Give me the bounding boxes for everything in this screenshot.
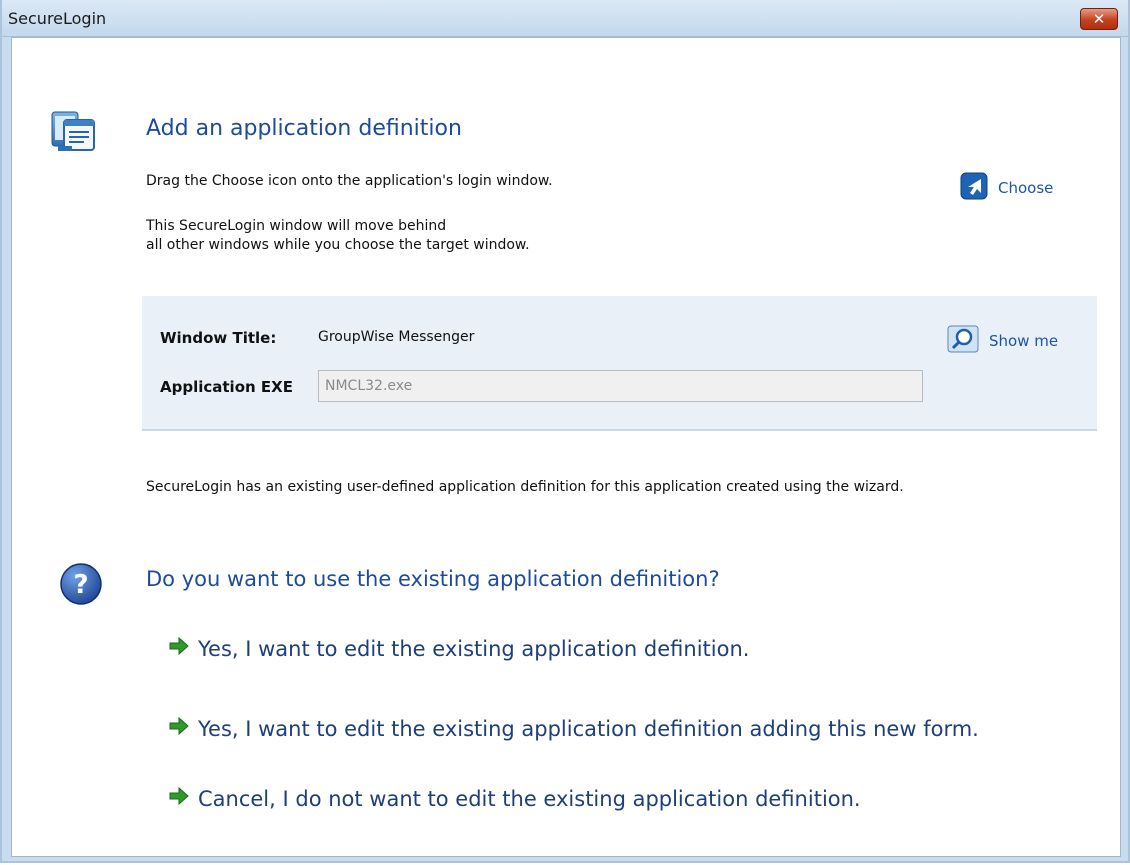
green-arrow-icon (168, 716, 190, 741)
existing-definition-notice: SecureLogin has an existing user-defined… (146, 479, 904, 495)
application-monitor-icon (50, 108, 102, 160)
title-bar[interactable]: SecureLogin ✕ (2, 0, 1128, 37)
dialog-window: SecureLogin ✕ Add an application definit… (0, 0, 1130, 863)
show-me-label[interactable]: Show me (989, 332, 1058, 350)
green-arrow-icon (168, 636, 190, 661)
magnifier-icon[interactable] (947, 325, 979, 357)
help-question-icon: ? (59, 562, 103, 610)
close-button[interactable]: ✕ (1080, 8, 1118, 30)
option-cancel[interactable]: Cancel, I do not want to edit the existi… (168, 786, 861, 811)
green-arrow-icon (168, 786, 190, 811)
option-edit-existing[interactable]: Yes, I want to edit the existing applica… (168, 636, 749, 661)
instruction-move-line2: all other windows while you choose the t… (146, 237, 530, 253)
pointer-arrow-icon[interactable] (960, 172, 988, 204)
choose-label[interactable]: Choose (998, 179, 1053, 197)
show-me-button[interactable]: Show me (947, 325, 1058, 357)
option-label[interactable]: Yes, I want to edit the existing applica… (198, 717, 979, 741)
instruction-move-line1: This SecureLogin window will move behind (146, 218, 447, 234)
question-title: Do you want to use the existing applicat… (146, 567, 720, 591)
window-title: SecureLogin (8, 9, 107, 28)
window-title-value: GroupWise Messenger (318, 329, 475, 345)
application-exe-field[interactable] (318, 370, 923, 402)
instruction-drag: Drag the Choose icon onto the applicatio… (146, 173, 553, 189)
application-exe-label: Application EXE (160, 378, 293, 396)
option-label[interactable]: Cancel, I do not want to edit the existi… (198, 787, 861, 811)
dialog-content: Add an application definition Drag the C… (11, 37, 1121, 857)
choose-button[interactable]: Choose (960, 172, 1053, 204)
close-icon: ✕ (1092, 9, 1106, 28)
option-edit-add-form[interactable]: Yes, I want to edit the existing applica… (168, 716, 979, 741)
svg-text:?: ? (73, 570, 88, 600)
target-info-panel: Window Title: GroupWise Messenger Applic… (142, 296, 1097, 431)
window-title-label: Window Title: (160, 329, 277, 347)
page-title: Add an application definition (146, 116, 462, 141)
option-label[interactable]: Yes, I want to edit the existing applica… (198, 637, 749, 661)
